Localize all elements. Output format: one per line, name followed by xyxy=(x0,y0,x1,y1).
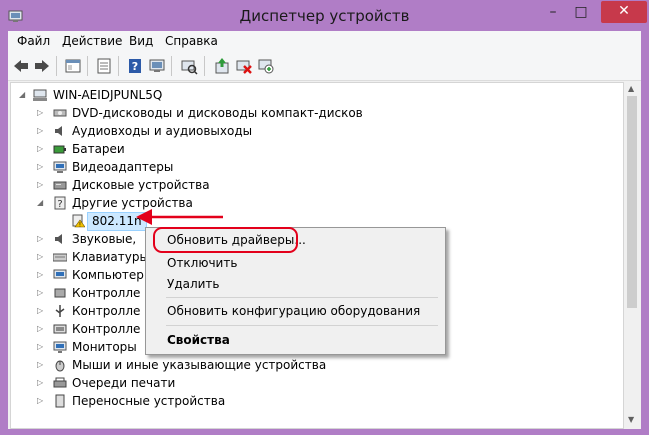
tree-item-label: Звуковые, xyxy=(72,232,137,246)
disable-menu-item[interactable]: Отключить xyxy=(167,256,237,270)
keyboard-icon xyxy=(53,253,67,262)
tree-item-label: Мониторы xyxy=(72,340,137,354)
tree-item-label: Контролле xyxy=(72,322,141,336)
tree-item-label: Компьютер xyxy=(72,268,144,282)
tree-item-label: Клавиатуры xyxy=(72,250,149,264)
dvd-drive-icon xyxy=(53,109,67,117)
forward-icon[interactable] xyxy=(33,57,51,75)
toolbar: ? xyxy=(8,52,641,81)
expand-arrow-icon[interactable]: ▷ xyxy=(37,230,47,248)
tree-item-label: Дисковые устройства xyxy=(72,178,210,192)
tree-item-label: Аудиовходы и аудиовыходы xyxy=(72,124,253,138)
toolbar-separator xyxy=(171,56,172,76)
expand-arrow-icon[interactable]: ▷ xyxy=(37,338,47,356)
tree-item-label: Батареи xyxy=(72,142,125,156)
expand-arrow-icon[interactable]: ▷ xyxy=(37,104,47,122)
tree-item-label: Контролле xyxy=(72,286,141,300)
scrollbar-thumb[interactable] xyxy=(627,96,637,308)
computer-icon xyxy=(33,89,47,101)
display-icon[interactable] xyxy=(148,57,166,75)
expand-arrow-icon[interactable]: ▷ xyxy=(37,374,47,392)
speaker-icon xyxy=(55,126,62,136)
selected-device-label: 802.11n xyxy=(87,212,147,231)
tree-item-label: Переносные устройства xyxy=(72,394,226,408)
warning-device-icon: ! xyxy=(72,214,85,229)
expand-arrow-icon[interactable]: ▷ xyxy=(37,356,47,374)
menu-help[interactable]: Справка xyxy=(165,34,218,48)
svg-text:!: ! xyxy=(79,222,81,229)
controller-icon xyxy=(54,288,66,298)
console-tree-icon[interactable] xyxy=(64,57,82,75)
expand-arrow-icon[interactable]: ▷ xyxy=(37,248,47,266)
expand-arrow-icon[interactable]: ▷ xyxy=(37,158,47,176)
storage-controller-icon xyxy=(53,324,67,334)
tree-root[interactable]: ◢ WIN-AEIDJPUNL5Q xyxy=(11,86,411,104)
enable-device-icon[interactable] xyxy=(257,57,275,75)
usb-controller-icon xyxy=(55,305,65,317)
scroll-down-icon[interactable]: ▼ xyxy=(628,415,634,424)
toolbar-separator xyxy=(56,56,57,76)
tree-item-label: Мыши и иные указывающие устройства xyxy=(72,358,327,372)
expand-arrow-icon[interactable]: ▷ xyxy=(37,266,47,284)
scan-hardware-icon[interactable] xyxy=(180,57,198,75)
monitor-icon xyxy=(53,341,67,353)
tree-item-label: Очереди печати xyxy=(72,376,176,390)
tree-item-label: Контролле xyxy=(72,304,141,318)
battery-icon xyxy=(53,145,66,154)
tree-item-label: Видеоадаптеры xyxy=(72,160,174,174)
back-icon[interactable] xyxy=(12,57,30,75)
update-driver-icon[interactable] xyxy=(213,57,231,75)
toolbar-separator xyxy=(118,56,119,76)
minimize-button[interactable]: – xyxy=(540,2,566,24)
expand-arrow-icon[interactable]: ▷ xyxy=(37,302,47,320)
window: Диспетчер устройств – □ ✕ Файл Действие … xyxy=(0,0,649,435)
highlight-ellipse xyxy=(153,227,298,253)
uninstall-menu-item[interactable]: Удалить xyxy=(167,277,220,291)
expand-arrow-icon[interactable]: ▷ xyxy=(37,284,47,302)
printer-icon xyxy=(53,377,67,388)
portable-device-icon xyxy=(55,394,65,408)
toolbar-separator xyxy=(87,56,88,76)
expand-arrow-icon[interactable]: ▷ xyxy=(37,320,47,338)
speaker-icon xyxy=(55,234,62,244)
menu-bar: Файл Действие Вид Справка xyxy=(8,31,641,52)
expand-arrow-icon[interactable]: ▷ xyxy=(37,122,47,140)
menu-action[interactable]: Действие xyxy=(62,34,122,48)
scroll-up-icon[interactable]: ▲ xyxy=(628,84,634,93)
title-bar[interactable]: Диспетчер устройств – □ ✕ xyxy=(0,0,649,32)
computer-icon xyxy=(53,269,67,279)
maximize-button[interactable]: □ xyxy=(568,2,594,24)
mouse-icon xyxy=(55,360,65,372)
menu-file[interactable]: Файл xyxy=(17,34,50,48)
display-adapter-icon xyxy=(53,161,67,173)
svg-text:?: ? xyxy=(57,199,62,210)
uninstall-icon[interactable] xyxy=(235,57,253,75)
disk-drive-icon xyxy=(53,181,67,190)
vertical-scrollbar[interactable]: ▲ ▼ xyxy=(624,82,640,427)
expand-arrow-icon[interactable]: ▷ xyxy=(37,392,47,410)
tree-item-label: Другие устройства xyxy=(72,196,193,210)
close-button[interactable]: ✕ xyxy=(601,1,647,23)
unknown-device-icon: ? xyxy=(54,196,66,210)
expand-arrow-icon[interactable]: ▷ xyxy=(37,176,47,194)
properties-menu-item[interactable]: Свойства xyxy=(167,333,230,347)
menu-view[interactable]: Вид xyxy=(129,34,153,48)
help-icon[interactable]: ? xyxy=(126,57,144,75)
properties-icon[interactable] xyxy=(95,57,113,75)
tree-item-label: DVD-дисководы и дисководы компакт-дисков xyxy=(72,106,363,120)
scan-hardware-menu-item[interactable]: Обновить конфигурацию оборудования xyxy=(167,304,420,318)
menu-separator xyxy=(166,325,438,326)
expand-arrow-icon[interactable]: ▷ xyxy=(37,140,47,158)
tree-root-label: WIN-AEIDJPUNL5Q xyxy=(53,88,163,102)
svg-text:?: ? xyxy=(132,60,138,73)
toolbar-separator xyxy=(204,56,205,76)
menu-separator xyxy=(166,297,438,298)
collapse-arrow-icon[interactable]: ◢ xyxy=(19,86,29,104)
collapse-arrow-icon[interactable]: ◢ xyxy=(37,194,47,212)
